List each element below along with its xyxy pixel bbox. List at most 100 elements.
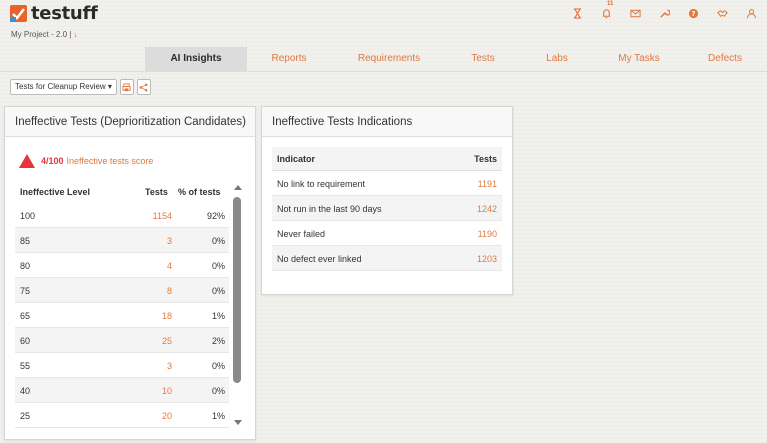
tab-defects[interactable]: Defects [683,47,767,71]
tab-ai-insights[interactable]: AI Insights [145,47,247,71]
percent-cell: 2% [211,336,225,346]
tests-link[interactable]: 3 [167,361,172,371]
percent-cell: 1% [211,311,225,321]
wrench-icon[interactable] [658,7,670,19]
tests-link[interactable]: 4 [167,261,172,271]
project-arrow-icon: ↓ [73,30,78,39]
ineffective-levels-table: 100 1154 92% 85 3 0% 80 4 0% 75 8 0% 65 18 1% 60 25… [15,203,229,428]
tests-link[interactable]: 1190 [478,229,497,239]
table-row: 25 20 1% [15,403,229,428]
top-bar: testuff My Project - 2.0 | ↓ 11 ? [0,0,767,47]
indicator-cell: Never failed [277,229,326,239]
table-header: Ineffective Level Tests % of tests [15,183,229,203]
percent-cell: 0% [211,236,225,246]
tests-link[interactable]: 20 [162,411,172,421]
share-button[interactable] [136,79,151,95]
tab-labs[interactable]: Labs [519,47,595,71]
percent-cell: 0% [211,386,225,396]
ineffective-score: 4/100 Ineffective tests score [19,154,153,168]
main-tabs: AI Insights Reports Requirements Tests L… [145,47,767,71]
col-percent[interactable]: % of tests [178,187,221,197]
panel-title: Ineffective Tests (Deprioritization Cand… [5,107,255,137]
notification-badge: 11 [607,1,614,7]
table-row: No link to requirement 1191 [272,171,502,196]
table-row: 100 1154 92% [15,203,229,228]
table-row: 55 3 0% [15,353,229,378]
bell-icon[interactable]: 11 [600,1,613,19]
table-row: Never failed 1190 [272,221,502,246]
panel-title: Ineffective Tests Indications [262,107,512,137]
tests-link[interactable]: 3 [167,236,172,246]
tab-requirements[interactable]: Requirements [331,47,447,71]
header-icons: 11 ? [554,1,757,19]
table-row: 75 8 0% [15,278,229,303]
table-row: 65 18 1% [15,303,229,328]
percent-cell: 0% [211,261,225,271]
tests-link[interactable]: 10 [162,386,172,396]
help-icon[interactable]: ? [687,7,699,19]
table-scrollbar[interactable] [233,185,243,425]
level-cell: 65 [20,311,31,321]
level-cell: 80 [20,261,31,271]
percent-cell: 0% [211,361,225,371]
tab-tests[interactable]: Tests [447,47,519,71]
hourglass-icon[interactable] [571,7,583,19]
logo-icon [10,5,27,22]
indicator-cell: No link to requirement [277,179,366,189]
view-select[interactable]: Tests for Cleanup Review ▾ [10,79,117,95]
level-cell: 85 [20,236,31,246]
scroll-down-icon[interactable] [234,420,242,425]
mail-icon[interactable] [629,7,641,19]
table-row: No defect ever linked 1203 [272,246,502,271]
print-button[interactable] [119,79,134,95]
toolbar: Tests for Cleanup Review ▾ [10,79,151,95]
indications-panel: Ineffective Tests Indications Indicator … [261,106,513,295]
percent-cell: 0% [211,286,225,296]
col-tests[interactable]: Tests [474,154,497,164]
ineffective-tests-panel: Ineffective Tests (Deprioritization Cand… [4,106,256,440]
tests-link[interactable]: 1154 [153,211,172,221]
tests-link[interactable]: 1203 [477,254,497,264]
user-icon[interactable] [745,7,757,19]
project-selector[interactable]: My Project - 2.0 | ↓ [11,30,78,39]
tests-link[interactable]: 8 [167,286,172,296]
print-icon [122,82,132,91]
tab-divider [0,71,767,72]
level-cell: 60 [20,336,31,346]
tab-my-tasks[interactable]: My Tasks [595,47,683,71]
table-row: Not run in the last 90 days 1242 [272,196,502,221]
table-row: 40 10 0% [15,378,229,403]
app-logo[interactable]: testuff [10,3,98,24]
score-value: 4/100 [41,156,64,166]
scroll-up-icon[interactable] [234,185,242,190]
handshake-icon[interactable] [716,7,728,19]
project-name: My Project - 2.0 | [11,30,72,39]
table-row: 80 4 0% [15,253,229,278]
tests-link[interactable]: 18 [162,311,172,321]
level-cell: 40 [20,386,31,396]
table-header: Indicator Tests [272,147,502,171]
tab-reports[interactable]: Reports [247,47,331,71]
col-indicator[interactable]: Indicator [277,154,315,164]
level-cell: 100 [20,211,36,221]
col-tests[interactable]: Tests [145,187,168,197]
tests-link[interactable]: 25 [162,336,172,346]
share-icon [139,83,148,91]
percent-cell: 92% [206,211,225,221]
indicator-cell: Not run in the last 90 days [277,204,382,214]
table-row: 60 25 2% [15,328,229,353]
app-name: testuff [31,3,98,24]
tests-link[interactable]: 1242 [477,204,497,214]
col-ineffective-level[interactable]: Ineffective Level [20,187,90,197]
indicator-cell: No defect ever linked [277,254,362,264]
level-cell: 55 [20,361,31,371]
level-cell: 75 [20,286,31,296]
scroll-thumb[interactable] [233,197,241,383]
indications-table: No link to requirement 1191 Not run in th… [272,171,502,271]
level-cell: 25 [20,411,31,421]
table-row: 85 3 0% [15,228,229,253]
score-label[interactable]: Ineffective tests score [67,156,154,166]
tests-link[interactable]: 1191 [478,179,497,189]
warning-triangle-icon [19,154,35,168]
percent-cell: 1% [211,411,225,421]
